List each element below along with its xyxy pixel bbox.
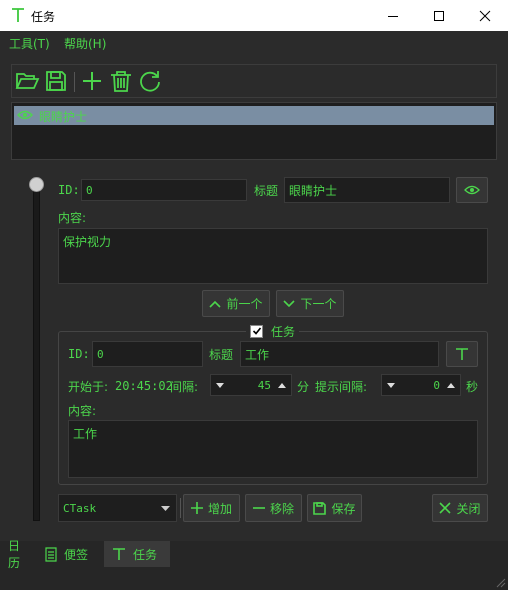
remove-button[interactable]: 移除 (245, 494, 302, 522)
save-icon (46, 71, 66, 91)
tab-calendar[interactable]: 日历 (0, 539, 37, 570)
chevron-down-icon (161, 505, 170, 511)
spin-up-icon[interactable] (447, 383, 455, 388)
task-id-field[interactable]: 0 (92, 341, 203, 367)
task-enabled-checkbox[interactable] (250, 324, 263, 338)
t-icon (456, 348, 468, 360)
remind-label: 提示间隔: (315, 380, 368, 394)
tab-tasks-label: 任务 (133, 547, 158, 562)
close-icon (439, 502, 452, 514)
tab-bar: 日历 便签 任务 (0, 539, 508, 590)
note-icon (45, 546, 57, 562)
delete-toolbar-button[interactable] (108, 68, 134, 94)
interval-unit: 分 (297, 380, 310, 394)
resize-grip-icon[interactable] (496, 578, 506, 588)
app-t-icon (12, 8, 24, 22)
refresh-icon (140, 71, 160, 92)
remind-spinbox[interactable]: 0 (381, 374, 461, 396)
task-content-field[interactable]: 工作 (68, 420, 478, 478)
refresh-toolbar-button[interactable] (137, 68, 163, 94)
prev-button-label: 前一个 (226, 297, 263, 311)
chevron-down-icon (283, 299, 296, 307)
minus-icon (252, 507, 265, 509)
maximize-button[interactable] (416, 0, 462, 31)
toolbar (11, 64, 497, 98)
prev-button[interactable]: 前一个 (202, 290, 270, 317)
note-id-label: ID: (58, 183, 80, 197)
type-select-value: CTask (63, 501, 97, 515)
note-title-field[interactable]: 眼睛护士 (284, 177, 450, 203)
list-item-label: 眼睛护士 (39, 110, 88, 124)
tab-tasks[interactable]: 任务 (104, 541, 170, 567)
tab-calendar-label: 日历 (8, 539, 21, 570)
remove-button-label: 移除 (269, 501, 294, 516)
eye-icon (464, 185, 480, 195)
task-content-label: 内容: (68, 404, 97, 418)
checkmark-icon (252, 327, 261, 335)
title-bar: 任务 (0, 0, 508, 31)
save-icon (313, 501, 327, 515)
spin-down-icon[interactable] (216, 383, 224, 388)
t-icon (113, 548, 125, 560)
note-visibility-button[interactable] (456, 177, 488, 203)
task-list[interactable]: 眼睛护士 (11, 102, 497, 160)
menu-help[interactable]: 帮助(H) (64, 35, 106, 52)
folder-open-icon (15, 73, 40, 89)
task-group-label: 任务 (271, 324, 296, 339)
tab-notes-label: 便签 (64, 547, 89, 562)
interval-label: 间隔: (170, 380, 199, 394)
maximize-icon (434, 10, 444, 21)
spin-down-icon[interactable] (387, 383, 395, 388)
start-time: 20:45:02 (115, 379, 173, 393)
remind-unit: 秒 (466, 380, 479, 394)
task-group-header: 任务 (246, 322, 300, 340)
close-button[interactable]: 关闭 (432, 494, 488, 522)
spin-up-icon[interactable] (278, 383, 286, 388)
start-label: 开始于: (68, 380, 109, 394)
window-title: 任务 (31, 10, 56, 24)
interval-spinbox[interactable]: 45 (210, 374, 292, 396)
close-icon (479, 10, 491, 21)
vertical-slider-handle[interactable] (29, 177, 44, 192)
open-button[interactable] (14, 68, 40, 94)
chevron-up-icon (209, 300, 222, 308)
task-type-button[interactable] (446, 341, 478, 367)
menu-tools[interactable]: 工具(T) (9, 35, 50, 52)
save-button[interactable]: 保存 (307, 494, 362, 522)
task-id-label: ID: (68, 347, 90, 361)
tab-notes[interactable]: 便签 (37, 541, 103, 567)
close-button-label: 关闭 (456, 501, 481, 516)
interval-value: 45 (257, 379, 271, 392)
save-button-label: 保存 (331, 501, 356, 516)
task-title-label: 标题 (209, 348, 234, 362)
task-title-field[interactable]: 工作 (240, 341, 439, 367)
toolbar-separator (74, 72, 75, 92)
note-id-field[interactable]: 0 (81, 179, 247, 201)
vertical-slider-track[interactable] (33, 184, 40, 521)
list-item[interactable]: 眼睛护士 (14, 106, 494, 125)
minimize-icon (388, 15, 398, 17)
note-content-label: 内容: (58, 211, 87, 225)
save-toolbar-button[interactable] (43, 68, 69, 94)
next-button[interactable]: 下一个 (276, 290, 344, 317)
add-button[interactable]: 增加 (183, 494, 240, 522)
note-title-label: 标题 (254, 184, 279, 198)
note-content-field[interactable]: 保护视力 (58, 228, 488, 284)
add-toolbar-button[interactable] (79, 68, 105, 94)
eye-icon (17, 110, 33, 120)
minimize-button[interactable] (370, 0, 416, 31)
bottom-separator (180, 498, 181, 518)
remind-value: 0 (433, 379, 440, 392)
add-icon (83, 72, 101, 90)
type-select[interactable]: CTask (58, 494, 177, 522)
next-button-label: 下一个 (300, 297, 337, 311)
close-window-button[interactable] (462, 0, 508, 31)
add-button-label: 增加 (207, 501, 232, 516)
menu-bar: 工具(T) 帮助(H) (0, 31, 508, 55)
delete-icon (111, 71, 131, 92)
plus-icon (190, 502, 203, 514)
